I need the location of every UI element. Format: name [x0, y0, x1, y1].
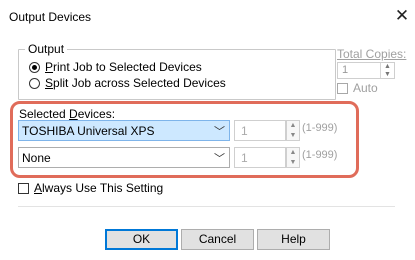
title-bar: Output Devices ✕: [0, 0, 415, 34]
chevron-down-icon[interactable]: ﹀: [214, 150, 225, 166]
radio-split-across[interactable]: Split Job across Selected Devices: [29, 76, 226, 90]
help-button[interactable]: Help: [257, 229, 330, 250]
output-group-label: Output: [25, 42, 68, 56]
spin-up-icon[interactable]: ▲: [287, 121, 299, 131]
divider: [18, 206, 395, 207]
device-select-2[interactable]: None ﹀: [18, 147, 230, 168]
device-select-1-value: TOSHIBA Universal XPS: [22, 124, 155, 138]
close-icon[interactable]: ✕: [389, 4, 415, 28]
chevron-down-icon[interactable]: ﹀: [214, 123, 225, 139]
always-use-checkbox-row[interactable]: Always Use This Setting: [18, 181, 163, 195]
always-use-label: Always Use This Setting: [34, 181, 164, 195]
total-copies-value: 1: [342, 64, 349, 76]
ok-button[interactable]: OK: [105, 229, 178, 250]
device-copies-2-stepper[interactable]: ▲ ▼: [286, 147, 300, 168]
radio-split-across-icon[interactable]: [29, 77, 40, 89]
radio-print-selected[interactable]: Print Job to Selected Devices: [29, 60, 202, 74]
cancel-button[interactable]: Cancel: [181, 229, 254, 250]
spin-up-icon[interactable]: ▲: [381, 63, 394, 71]
dialog-title: Output Devices: [9, 10, 92, 24]
device-copies-1-value: 1: [241, 124, 248, 138]
output-devices-dialog: Output Devices ✕ Output Print Job to Sel…: [0, 0, 415, 260]
total-copies-stepper[interactable]: 1 ▲ ▼: [337, 62, 395, 79]
device-copies-2-value: 1: [241, 151, 248, 165]
radio-print-selected-label: Print Job to Selected Devices: [45, 60, 202, 74]
auto-label: Auto: [353, 81, 378, 95]
device-copies-2-range: (1-999): [302, 149, 338, 161]
auto-checkbox-row[interactable]: Auto: [337, 81, 378, 95]
radio-print-selected-icon[interactable]: [29, 61, 40, 73]
spin-down-icon[interactable]: ▼: [287, 158, 299, 168]
output-groupbox: Output Print Job to Selected Devices Spl…: [18, 42, 336, 100]
device-select-1[interactable]: TOSHIBA Universal XPS ﹀: [18, 120, 230, 141]
spin-up-icon[interactable]: ▲: [287, 148, 299, 158]
device-copies-2[interactable]: 1: [234, 147, 286, 168]
always-use-checkbox[interactable]: [18, 182, 29, 194]
radio-split-across-label: Split Job across Selected Devices: [45, 76, 226, 90]
spin-down-icon[interactable]: ▼: [287, 131, 299, 141]
selected-devices-label: Selected Devices:: [19, 107, 116, 121]
total-copies-label: Total Copies:: [337, 47, 407, 61]
device-copies-1[interactable]: 1: [234, 120, 286, 141]
device-copies-1-stepper[interactable]: ▲ ▼: [286, 120, 300, 141]
spin-down-icon[interactable]: ▼: [381, 71, 394, 79]
device-copies-1-range: (1-999): [302, 122, 338, 134]
device-select-2-value: None: [22, 151, 51, 165]
auto-checkbox[interactable]: [337, 82, 348, 94]
